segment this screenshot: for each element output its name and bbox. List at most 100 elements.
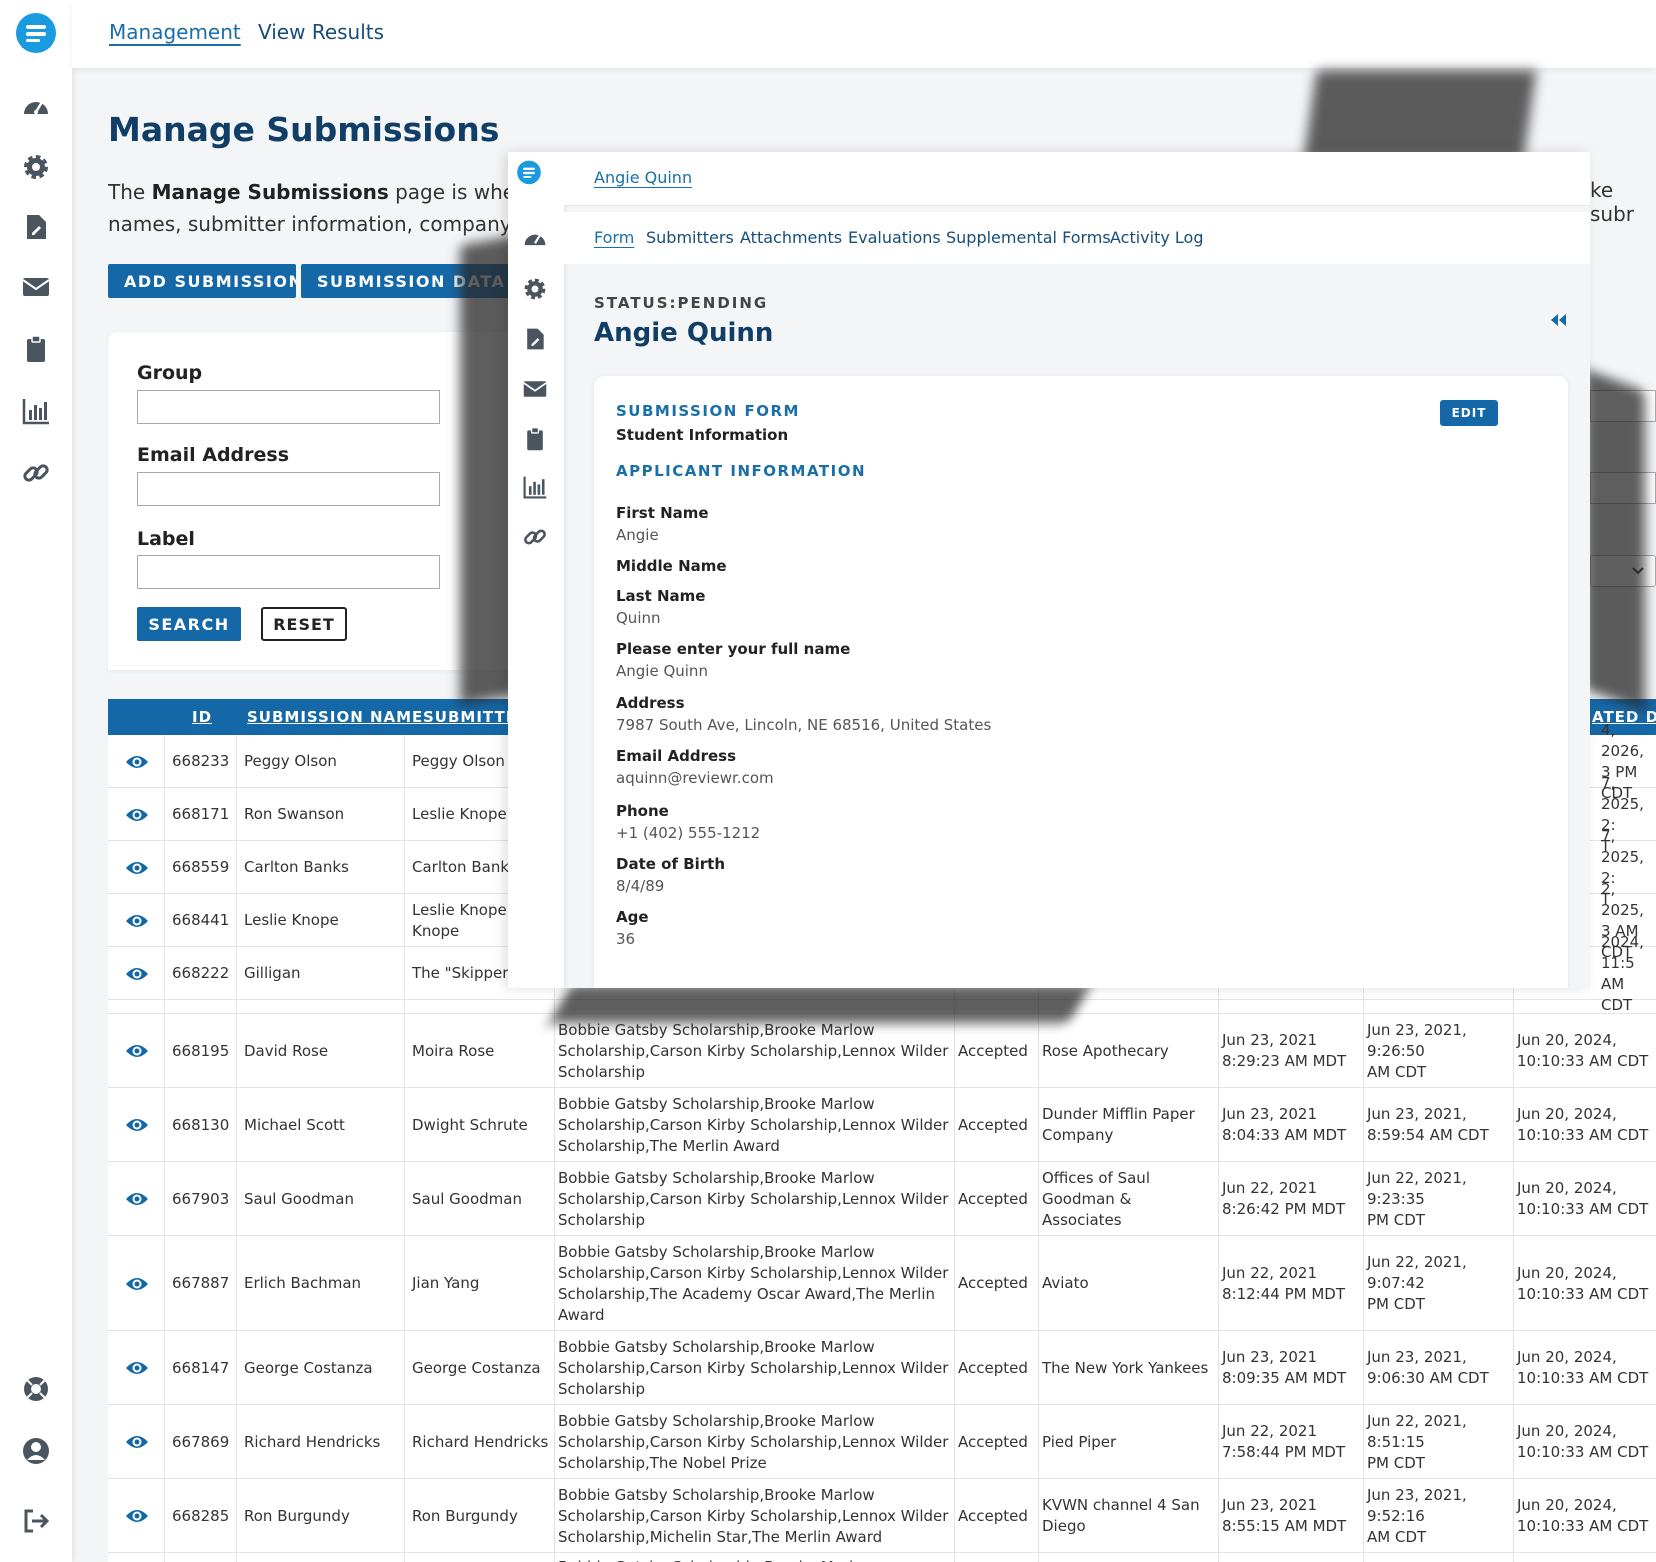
gear-icon[interactable] — [21, 152, 51, 182]
column-divider — [1038, 1014, 1039, 1087]
bar-chart-icon[interactable] — [522, 474, 548, 500]
cell-submission-name: Ron Swanson — [244, 805, 345, 823]
table-row: 668147 George Costanza George Costanza Bobb… — [108, 1331, 1656, 1405]
edit-button[interactable]: EDIT — [1440, 400, 1498, 426]
table-row: 667869 Richard Hendricks Richard Hendricks… — [108, 1405, 1656, 1479]
column-divider — [1038, 1162, 1039, 1235]
view-eye-icon[interactable] — [125, 806, 149, 824]
cell-id: 667903 — [172, 1189, 230, 1208]
gear-icon[interactable] — [522, 276, 548, 302]
view-eye-icon[interactable] — [125, 753, 149, 771]
logout-icon[interactable] — [21, 1506, 51, 1536]
column-divider — [404, 788, 405, 840]
view-eye-icon[interactable] — [125, 1507, 149, 1525]
intro-text: The Manage Submissions page is where c n… — [108, 180, 518, 236]
column-divider — [1038, 1236, 1039, 1330]
email-input[interactable] — [137, 472, 440, 506]
view-eye-icon[interactable] — [125, 859, 149, 877]
main-sidebar — [0, 0, 72, 1562]
group-input[interactable] — [137, 390, 440, 424]
cell-id: 667887 — [172, 1274, 230, 1292]
label-input[interactable] — [137, 555, 440, 589]
column-divider — [1363, 1479, 1364, 1552]
support-icon[interactable] — [21, 1374, 51, 1404]
column-divider — [554, 1405, 555, 1478]
view-eye-icon[interactable] — [125, 912, 149, 930]
column-divider — [1218, 1553, 1219, 1562]
field-value: 36 — [616, 930, 636, 948]
cell-updated-date: Jun 20, 2024, 10:10:33 AM CDT — [1517, 1496, 1649, 1535]
dashboard-icon[interactable] — [21, 92, 51, 122]
cell-submission-name: Leslie Knope — [244, 911, 339, 929]
tab-submitters[interactable]: Submitters — [646, 228, 734, 247]
nav-view-results[interactable]: View Results — [258, 20, 384, 44]
cell-created-date: Jun 23, 2021, 9:06:30 AM CDT — [1367, 1348, 1489, 1387]
column-divider — [164, 1236, 165, 1330]
cell-submitted-date: Jun 22, 2021 8:26:42 PM MDT — [1222, 1179, 1346, 1218]
field-label: Age — [616, 908, 649, 926]
nav-management[interactable]: Management — [109, 20, 241, 44]
document-edit-icon[interactable] — [522, 326, 548, 352]
column-divider — [554, 1162, 555, 1235]
clipboard-icon[interactable] — [522, 426, 548, 452]
column-divider — [954, 1405, 955, 1478]
view-eye-icon[interactable] — [125, 1275, 149, 1293]
cell-awards: Bobbie Gatsby Scholarship,Brooke Marlow S… — [558, 1094, 949, 1155]
cell-id: 667869 — [172, 1432, 230, 1451]
cell-submitted-date: Jun 23, 2021 8:29:23 AM MDT — [1222, 1031, 1347, 1070]
user-profile-icon[interactable] — [21, 1436, 51, 1466]
cell-submitter: George Costanza — [412, 1358, 541, 1377]
link-icon[interactable] — [522, 524, 548, 550]
breadcrumb-submission[interactable]: Angie Quinn — [594, 168, 692, 187]
collapse-panel-icon[interactable] — [1548, 312, 1568, 328]
column-divider — [404, 1405, 405, 1478]
panel-breadcrumb-bar: Angie Quinn — [564, 152, 1590, 206]
app-logo-icon[interactable] — [14, 12, 58, 60]
reset-button[interactable]: RESET — [261, 607, 347, 641]
view-eye-icon[interactable] — [125, 965, 149, 983]
column-divider — [236, 1553, 237, 1562]
column-divider — [554, 1236, 555, 1330]
tab-evaluations[interactable]: Evaluations — [848, 228, 941, 247]
bar-chart-icon[interactable] — [21, 396, 51, 426]
tab-attachments[interactable]: Attachments — [740, 228, 842, 247]
column-divider — [164, 947, 165, 999]
link-icon[interactable] — [21, 458, 51, 488]
mail-icon[interactable] — [21, 272, 51, 302]
column-divider — [954, 1088, 955, 1161]
clipboard-icon[interactable] — [21, 334, 51, 364]
add-submission-button[interactable]: ADD SUBMISSION — [108, 264, 296, 298]
document-edit-icon[interactable] — [21, 212, 51, 242]
cell-submitted-date: Jun 22, 2021 7:58:44 PM MDT — [1222, 1422, 1346, 1461]
cell-status: Accepted — [958, 1506, 1028, 1525]
mail-icon[interactable] — [522, 376, 548, 402]
tab-activity-log[interactable]: Activity Log — [1110, 228, 1204, 247]
cell-status: Accepted — [958, 1358, 1028, 1377]
col-header-submission-name[interactable]: SUBMISSION NAME — [247, 708, 423, 726]
label-label: Label — [137, 528, 195, 550]
column-divider — [404, 1236, 405, 1330]
cell-id: 668147 — [172, 1358, 230, 1377]
search-button[interactable]: SEARCH — [137, 607, 241, 641]
column-divider — [954, 1479, 955, 1552]
tab-form[interactable]: Form — [594, 228, 634, 247]
view-eye-icon[interactable] — [125, 1433, 149, 1451]
view-eye-icon[interactable] — [125, 1359, 149, 1377]
cell-submitter: Richard Hendricks — [412, 1432, 549, 1451]
cell-company: Rose Apothecary — [1042, 1041, 1169, 1060]
column-divider — [164, 1000, 165, 1013]
column-divider — [404, 1479, 405, 1552]
column-divider — [1363, 1014, 1364, 1087]
app-logo-icon[interactable] — [516, 160, 556, 200]
col-header-id[interactable]: ID — [192, 708, 212, 726]
overlay-shadow — [1303, 70, 1537, 160]
view-eye-icon[interactable] — [125, 1190, 149, 1208]
view-eye-icon[interactable] — [125, 1042, 149, 1060]
view-eye-icon[interactable] — [125, 1116, 149, 1134]
dashboard-icon[interactable] — [522, 226, 548, 252]
column-divider — [1363, 1088, 1364, 1161]
cell-submitted-date: Jun 23, 2021 8:55:15 AM MDT — [1222, 1496, 1347, 1535]
column-divider — [1363, 1405, 1364, 1478]
tab-supplemental-forms[interactable]: Supplemental Forms — [946, 228, 1111, 247]
cell-submission-name: David Rose — [244, 1041, 329, 1060]
